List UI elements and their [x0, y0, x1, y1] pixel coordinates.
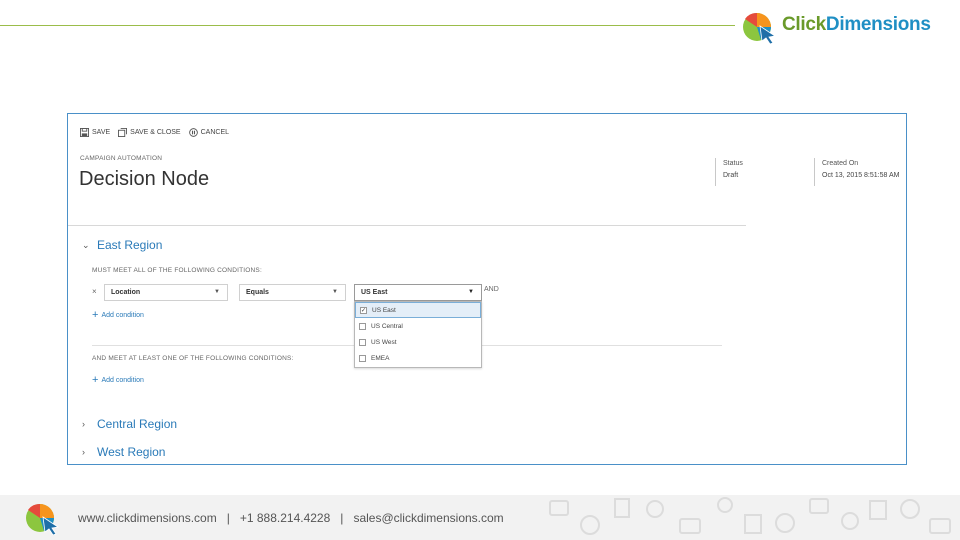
checkbox-icon [359, 338, 366, 346]
logo-text-dimensions: Dimensions [825, 14, 931, 35]
header-divider-line [0, 25, 735, 26]
option-us-central[interactable]: US Central [355, 318, 481, 334]
option-label: EMEA [371, 354, 390, 362]
footer-phone: +1 888.214.4228 [239, 511, 331, 525]
option-label: US East [372, 306, 396, 314]
slide: ClickDimensions SAVE SAVE & CLOSE CANCEL… [0, 0, 960, 540]
cancel-icon [188, 127, 198, 137]
add-condition-button[interactable]: + Add condition [92, 309, 144, 321]
logo-wordmark: ClickDimensions [782, 14, 931, 36]
footer-email: sales@clickdimensions.com [353, 511, 504, 525]
section-west-label: West Region [97, 445, 166, 459]
region-options-list: ✓ US East US Central US West EMEA [354, 301, 482, 368]
plus-icon: + [92, 309, 99, 321]
save-label: SAVE [92, 128, 111, 136]
created-on-label: Created On [822, 160, 859, 167]
chevron-right-icon: › [82, 447, 85, 457]
created-on-value: Oct 13, 2015 8:51:58 AM [822, 172, 900, 179]
save-close-icon [118, 127, 128, 137]
status-value: Draft [723, 172, 739, 179]
region-dropdown[interactable]: US East ▼ [354, 284, 482, 301]
footer-separator: | [340, 511, 344, 525]
status-field: Status Draft [715, 158, 743, 186]
footer-website: www.clickdimensions.com [78, 511, 217, 525]
footer-contact: www.clickdimensions.com | +1 888.214.422… [78, 511, 504, 525]
chevron-down-icon: ⌄ [82, 239, 90, 250]
footer-separator: | [226, 511, 230, 525]
section-central-label: Central Region [97, 417, 178, 431]
header-divider [68, 225, 746, 226]
plus-icon: + [92, 374, 99, 386]
section-west-region[interactable]: › West Region [82, 445, 165, 459]
save-button[interactable]: SAVE [80, 127, 111, 137]
operator-dropdown-value: Equals [246, 289, 269, 296]
entity-name: CAMPAIGN AUTOMATION [80, 155, 163, 162]
status-label: Status [723, 160, 743, 167]
and-label: AND [484, 286, 499, 293]
checkbox-icon [359, 322, 366, 330]
section-east-label: East Region [97, 238, 163, 252]
option-emea[interactable]: EMEA [355, 350, 481, 366]
add-condition-label-2: Add condition [101, 376, 144, 384]
must-meet-all-label: MUST MEET ALL OF THE FOLLOWING CONDITION… [92, 267, 262, 274]
section-central-region[interactable]: › Central Region [82, 417, 177, 431]
created-on-field: Created On Oct 13, 2015 8:51:58 AM [814, 158, 906, 186]
logo-text-click: Click [782, 14, 826, 35]
add-condition-label: Add condition [101, 311, 144, 319]
operator-dropdown[interactable]: Equals ▼ [239, 284, 346, 301]
save-close-label: SAVE & CLOSE [130, 128, 181, 136]
chevron-down-icon: ▼ [214, 289, 220, 295]
chevron-down-icon: ▼ [468, 289, 474, 295]
checkbox-checked-icon: ✓ [360, 306, 367, 314]
cancel-button[interactable]: CANCEL [188, 127, 230, 137]
field-dropdown-value: Location [111, 289, 141, 296]
and-meet-one-label: AND MEET AT LEAST ONE OF THE FOLLOWING C… [92, 355, 294, 362]
crm-screenshot-frame: SAVE SAVE & CLOSE CANCEL CAMPAIGN AUTOMA… [67, 113, 907, 465]
footer-icon-pattern [549, 497, 951, 535]
checkbox-icon [359, 354, 366, 362]
command-bar: SAVE SAVE & CLOSE CANCEL [80, 125, 229, 139]
region-dropdown-value: US East [361, 289, 388, 296]
option-label: US West [371, 338, 397, 346]
chevron-down-icon: ▼ [332, 289, 338, 295]
option-us-east[interactable]: ✓ US East [355, 302, 481, 318]
footer-bar: www.clickdimensions.com | +1 888.214.422… [0, 495, 960, 540]
logo-mark-icon [743, 12, 777, 45]
section-east-region[interactable]: ⌄ East Region [82, 238, 162, 252]
remove-condition-button[interactable]: × [92, 287, 97, 296]
option-label: US Central [371, 322, 403, 330]
add-condition-button-2[interactable]: + Add condition [92, 374, 144, 386]
cancel-label: CANCEL [200, 128, 230, 136]
save-and-close-button[interactable]: SAVE & CLOSE [118, 127, 181, 137]
record-title: Decision Node [79, 168, 210, 190]
option-us-west[interactable]: US West [355, 334, 481, 350]
save-icon [80, 127, 89, 137]
footer-logo-icon [26, 503, 60, 535]
clickdimensions-logo: ClickDimensions [740, 10, 945, 45]
chevron-right-icon: › [82, 419, 85, 429]
field-dropdown[interactable]: Location ▼ [104, 284, 228, 301]
